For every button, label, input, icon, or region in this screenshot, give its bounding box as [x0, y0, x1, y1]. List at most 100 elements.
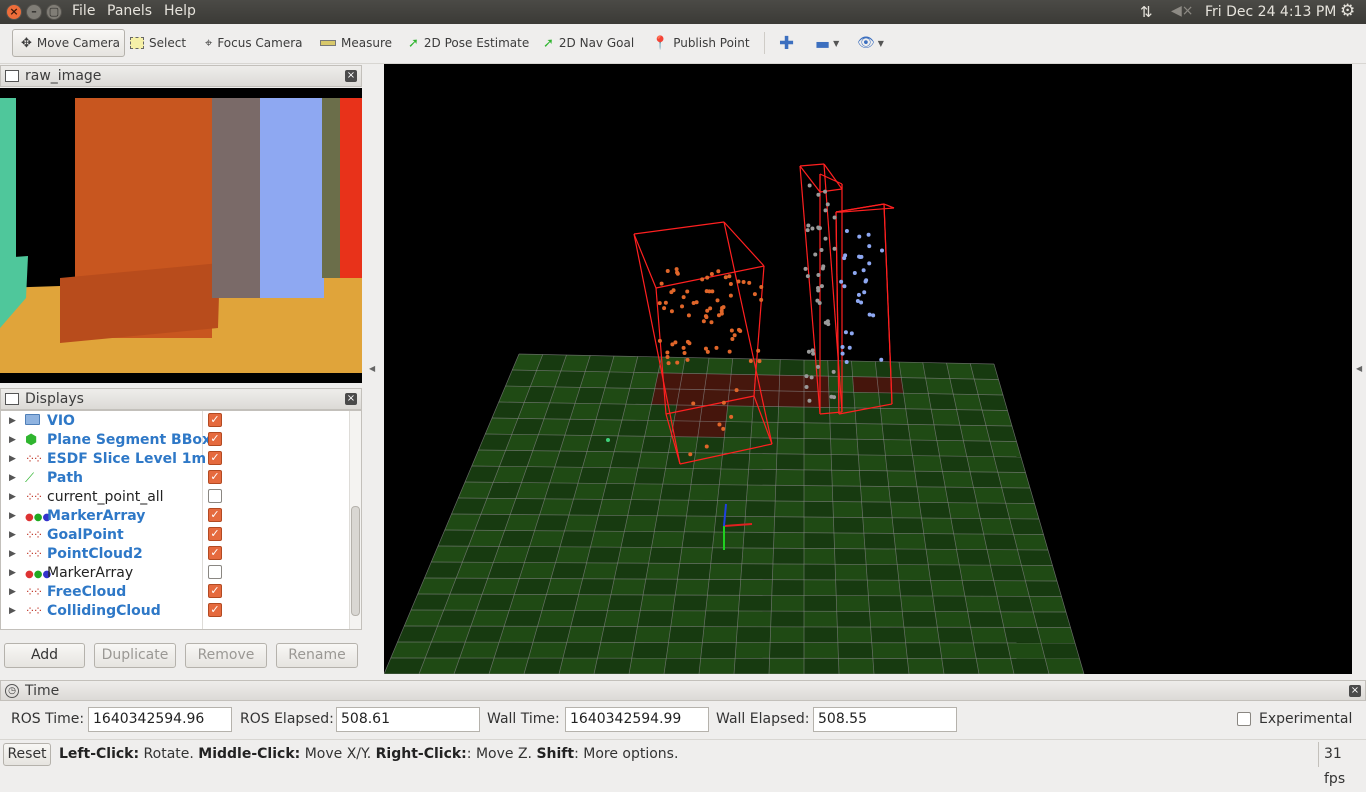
point	[825, 319, 830, 324]
close-icon[interactable]: ×	[1349, 685, 1361, 697]
display-item[interactable]: ▶ ⁘⁘ CollidingCloud ✓	[1, 601, 349, 620]
display-enabled-checkbox[interactable]: ✓	[208, 470, 222, 484]
floor-tile	[770, 626, 804, 643]
display-item[interactable]: ▶ ⁘⁘ GoalPoint ✓	[1, 525, 349, 544]
floor-tile	[384, 658, 426, 674]
floor-tile	[903, 393, 932, 410]
ros-elapsed-field[interactable]: 508.61	[336, 707, 480, 732]
ros-time-field[interactable]: 1640342594.96	[88, 707, 232, 732]
wall-time-field[interactable]: 1640342594.99	[565, 707, 709, 732]
displays-scrollbar[interactable]	[349, 411, 361, 629]
floor-tile	[679, 547, 713, 564]
expand-arrow-icon[interactable]: ▶	[9, 454, 16, 464]
display-enabled-checkbox[interactable]: ✓	[208, 527, 222, 541]
point	[681, 295, 686, 300]
close-icon[interactable]: ×	[345, 70, 357, 82]
focus-camera-tool[interactable]: ⌖ Focus Camera	[205, 29, 303, 57]
rename-display-button[interactable]: Rename	[276, 643, 358, 668]
floor-tile	[657, 499, 689, 516]
floor-tile	[1033, 611, 1071, 628]
point	[864, 278, 869, 283]
measure-tool[interactable]: Measure	[320, 29, 392, 57]
expand-arrow-icon[interactable]: ▶	[9, 492, 16, 502]
display-item[interactable]: ▶ ⁘⁘ FreeCloud ✓	[1, 582, 349, 601]
collapse-left-icon[interactable]: ◀	[369, 364, 375, 373]
display-item-label: Plane Segment BBox	[47, 431, 212, 448]
display-item[interactable]: ▶ ⁘⁘ current_point_all	[1, 487, 349, 506]
minimize-window-button[interactable]: –	[26, 4, 42, 20]
display-enabled-checkbox[interactable]: ✓	[208, 432, 222, 446]
expand-arrow-icon[interactable]: ▶	[9, 530, 16, 540]
point	[709, 320, 714, 325]
expand-arrow-icon[interactable]: ▶	[9, 549, 16, 559]
pose-estimate-tool[interactable]: ➚ 2D Pose Estimate	[408, 29, 529, 57]
point	[736, 327, 741, 332]
menu-help[interactable]: Help	[164, 3, 196, 19]
scrollbar-thumb[interactable]	[351, 506, 360, 616]
display-item[interactable]: ▶ ●●● MarkerArray ✓	[1, 506, 349, 525]
floor-tile	[724, 421, 752, 438]
expand-arrow-icon[interactable]: ▶	[9, 416, 16, 426]
select-tool[interactable]: Select	[130, 29, 186, 57]
display-item[interactable]: ▶ ⟋ Path ✓	[1, 468, 349, 487]
clock[interactable]: Fri Dec 24 4:13 PM	[1205, 4, 1336, 20]
3d-scene[interactable]	[384, 64, 1352, 674]
menu-file[interactable]: File	[72, 3, 95, 19]
right-splitter[interactable]: ◀	[1353, 64, 1366, 676]
floor-tile	[900, 595, 935, 612]
floor-tile	[926, 549, 960, 565]
point	[867, 244, 872, 249]
display-enabled-checkbox[interactable]: ✓	[208, 508, 222, 522]
display-enabled-checkbox[interactable]: ✓	[208, 603, 222, 617]
nav-goal-tool[interactable]: ➚ 2D Nav Goal	[543, 29, 634, 57]
close-window-button[interactable]: ×	[6, 4, 22, 20]
expand-arrow-icon[interactable]: ▶	[9, 568, 16, 578]
display-enabled-checkbox[interactable]: ✓	[208, 546, 222, 560]
point	[700, 277, 705, 282]
remove-display-button[interactable]: Remove	[185, 643, 267, 668]
floor-tile	[772, 563, 804, 580]
display-item[interactable]: ▶ VIO ✓	[1, 411, 349, 430]
floor-tile	[939, 455, 971, 472]
expand-arrow-icon[interactable]: ▶	[9, 511, 16, 521]
display-enabled-checkbox[interactable]: ✓	[208, 413, 222, 427]
display-enabled-checkbox[interactable]: ✓	[208, 584, 222, 598]
menu-panels[interactable]: Panels	[107, 3, 152, 19]
publish-point-tool[interactable]: 📍 Publish Point	[652, 29, 750, 57]
display-enabled-checkbox[interactable]	[208, 565, 222, 579]
remove-tool-button[interactable]: ▬ ▼	[815, 29, 839, 57]
floor-tile	[858, 454, 888, 471]
point	[703, 314, 708, 319]
display-item[interactable]: ▶ ⬢ Plane Segment BBox ✓	[1, 430, 349, 449]
gear-icon[interactable]: ⚙	[1340, 1, 1355, 21]
experimental-checkbox[interactable]	[1237, 712, 1251, 726]
duplicate-display-button[interactable]: Duplicate	[94, 643, 176, 668]
display-item[interactable]: ▶ ●●● MarkerArray	[1, 563, 349, 582]
add-tool-button[interactable]: ✚	[779, 29, 794, 57]
expand-arrow-icon[interactable]: ▶	[9, 473, 16, 483]
add-display-button[interactable]: Add	[4, 643, 85, 668]
display-enabled-checkbox[interactable]: ✓	[208, 451, 222, 465]
floor-tile	[997, 596, 1034, 612]
display-enabled-checkbox[interactable]	[208, 489, 222, 503]
expand-arrow-icon[interactable]: ▶	[9, 587, 16, 597]
maximize-window-button[interactable]: ▢	[46, 4, 62, 20]
bbox-wireframe	[633, 221, 725, 235]
reset-button[interactable]: Reset	[3, 743, 51, 766]
wall-elapsed-field[interactable]: 508.55	[813, 707, 957, 732]
expand-arrow-icon[interactable]: ▶	[9, 435, 16, 445]
left-splitter[interactable]: ◀	[365, 64, 383, 676]
render-3d-view[interactable]	[384, 64, 1352, 674]
view-tools-button[interactable]: 👁 ▼	[857, 29, 884, 57]
display-item[interactable]: ▶ ⁘⁘ ESDF Slice Level 1m ✓	[1, 449, 349, 468]
volume-icon[interactable]: ◀×	[1171, 3, 1194, 19]
expand-arrow-icon[interactable]: ▶	[9, 606, 16, 616]
floor-tile	[569, 499, 603, 516]
point	[852, 271, 857, 276]
collapse-right-icon[interactable]: ◀	[1356, 364, 1362, 373]
display-item[interactable]: ▶ ⁘⁘ PointCloud2 ✓	[1, 544, 349, 563]
point	[844, 359, 849, 364]
close-icon[interactable]: ×	[345, 393, 357, 405]
move-camera-tool[interactable]: ✥ Move Camera	[12, 29, 125, 57]
network-icon[interactable]: ⇅	[1140, 3, 1153, 21]
